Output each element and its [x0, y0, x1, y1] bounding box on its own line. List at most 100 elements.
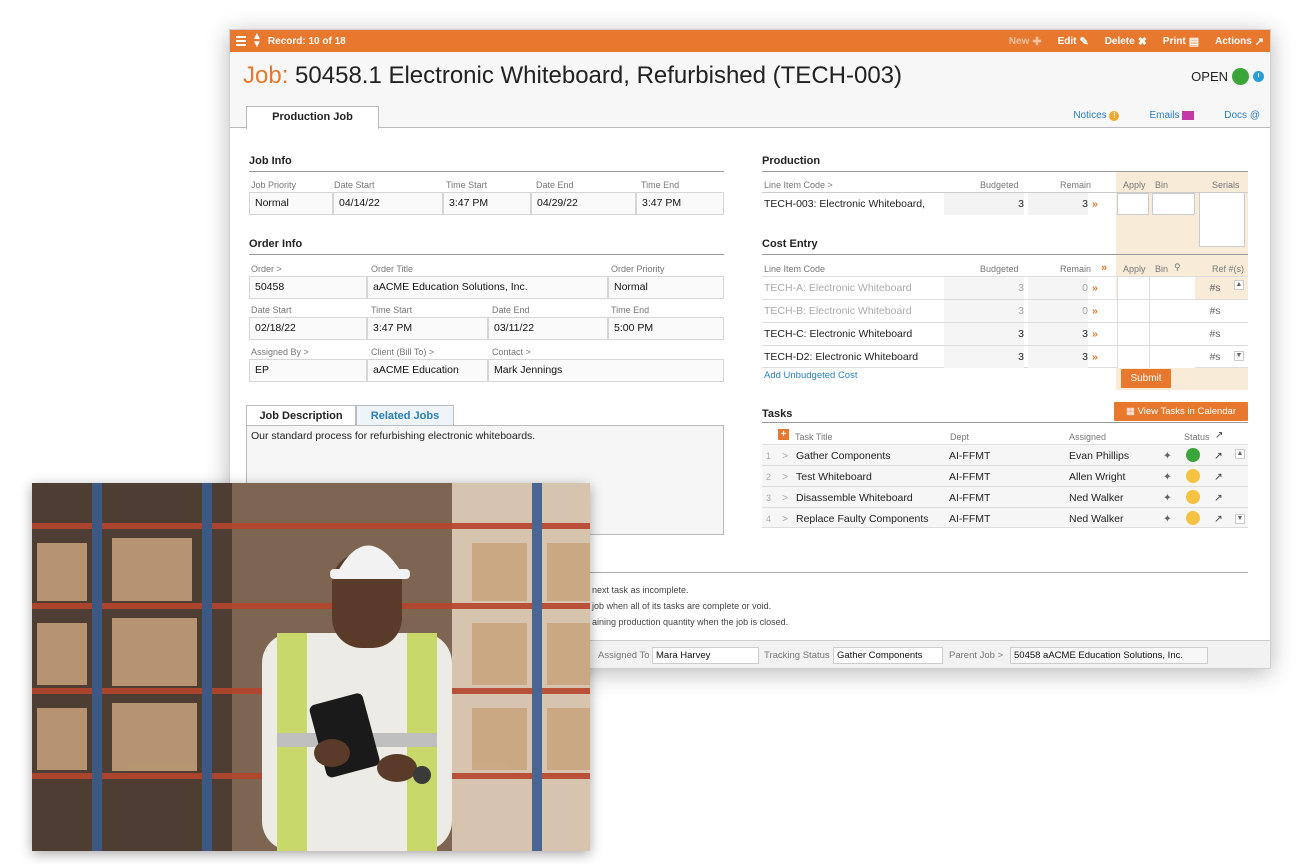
ref-numbers-icon[interactable]: #s — [1199, 300, 1231, 322]
job-priority-label: Job Priority — [251, 180, 297, 190]
open-task-icon[interactable]: ↗ — [1214, 466, 1224, 488]
pin-icon[interactable]: ✦ — [1163, 466, 1173, 488]
bin-search-icon[interactable]: ⚲ — [1174, 262, 1181, 273]
ref-numbers-icon[interactable]: #s — [1199, 323, 1231, 345]
submit-button[interactable]: Submit — [1121, 369, 1171, 388]
prod-line-item-header[interactable]: Line Item Code > — [764, 180, 833, 190]
cost-apply-input[interactable] — [1117, 300, 1149, 322]
warehouse-photo — [32, 483, 590, 851]
tracking-status-value[interactable]: Gather Components — [833, 647, 943, 664]
expand-chevron-icon[interactable]: > — [782, 445, 792, 467]
status-dot-icon[interactable] — [1186, 469, 1200, 483]
ref-numbers-icon[interactable]: #s — [1199, 346, 1231, 368]
scroll-up-icon[interactable]: ▲ — [1234, 280, 1244, 290]
open-task-icon[interactable]: ↗ — [1214, 487, 1224, 509]
expand-chevron-icon[interactable]: > — [782, 466, 792, 488]
new-button[interactable]: New ✚ — [1009, 35, 1042, 48]
x-icon: ✖ — [1137, 35, 1147, 48]
job-label: Job: — [243, 62, 289, 89]
expand-chevron-icon[interactable]: > — [782, 487, 792, 509]
edit-button[interactable]: Edit ✎ — [1058, 35, 1089, 48]
parent-job-label[interactable]: Parent Job > — [949, 650, 1003, 661]
client-label[interactable]: Client (Bill To) > — [371, 347, 434, 357]
status-dot-icon[interactable] — [1232, 68, 1249, 85]
menu-icon[interactable] — [236, 36, 246, 46]
job-info-title: Job Info — [249, 155, 724, 172]
cost-budgeted: 3 — [944, 277, 1024, 299]
order-value: 50458 — [249, 276, 367, 299]
cost-row: TECH-D2: Electronic Whiteboard 3 3 » #s — [762, 345, 1248, 368]
pin-icon[interactable]: ✦ — [1163, 508, 1173, 530]
pin-icon[interactable]: ✦ — [1163, 487, 1173, 509]
scroll-up-icon[interactable]: ▲ — [1235, 449, 1245, 459]
notices-link[interactable]: Notices ! — [1073, 110, 1120, 121]
tab-related-jobs[interactable]: Related Jobs — [356, 405, 454, 427]
cost-bin-input[interactable] — [1149, 300, 1195, 322]
ref-numbers-icon[interactable]: #s — [1199, 277, 1231, 299]
task-dept: AI-FFMT — [949, 513, 991, 525]
pin-icon[interactable]: ✦ — [1163, 445, 1173, 467]
status-dot-icon[interactable] — [1186, 511, 1200, 525]
prod-bin-input[interactable] — [1152, 193, 1195, 215]
add-unbudgeted-cost-link[interactable]: Add Unbudgeted Cost — [764, 370, 857, 381]
cost-remain: 0 — [1028, 300, 1088, 322]
actions-button[interactable]: Actions ↗ — [1215, 35, 1264, 48]
add-task-icon[interactable]: + — [778, 429, 789, 440]
task-row[interactable]: 1 > Gather Components AI-FFMT Evan Phill… — [762, 444, 1248, 465]
cost-line-item: TECH-B: Electronic Whiteboard — [764, 305, 912, 317]
cost-budgeted: 3 — [944, 323, 1024, 345]
task-assigned: Ned Walker — [1069, 492, 1124, 504]
task-row[interactable]: 4 > Replace Faulty Components AI-FFMT Ne… — [762, 507, 1248, 528]
cost-bin-input[interactable] — [1149, 277, 1195, 299]
tab-job-description[interactable]: Job Description — [246, 405, 356, 427]
tab-production-job[interactable]: Production Job — [246, 106, 379, 129]
cost-remain: 3 — [1028, 323, 1088, 345]
order-label[interactable]: Order > — [251, 264, 282, 274]
cost-bin-input[interactable] — [1149, 323, 1195, 345]
record-nav-icon[interactable]: ▲ ▼ — [252, 32, 262, 50]
assigned-to-value[interactable]: Mara Harvey — [652, 647, 759, 664]
print-button[interactable]: Print ▤ — [1163, 35, 1199, 48]
task-row[interactable]: 3 > Disassemble Whiteboard AI-FFMT Ned W… — [762, 486, 1248, 507]
open-task-icon[interactable]: ↗ — [1214, 445, 1224, 467]
fill-arrow-icon[interactable]: » — [1092, 300, 1106, 322]
expand-chevron-icon[interactable]: > — [782, 508, 792, 530]
assigned-by-value: EP — [249, 359, 367, 382]
cost-line-item-header: Line Item Code — [764, 264, 826, 274]
task-title: Test Whiteboard — [796, 471, 872, 483]
prod-apply-input[interactable] — [1117, 193, 1149, 215]
scroll-down-icon[interactable]: ▼ — [1234, 351, 1244, 361]
clock-icon[interactable] — [1253, 71, 1264, 82]
scroll-down-icon[interactable]: ▼ — [1235, 514, 1245, 524]
utility-links: Notices ! Emails Docs @ — [1073, 110, 1260, 121]
delete-button[interactable]: Delete ✖ — [1105, 35, 1147, 48]
fill-arrow-icon[interactable]: » — [1092, 323, 1106, 345]
cost-apply-input[interactable] — [1117, 346, 1149, 368]
status-pin-icon[interactable]: ↗ — [1215, 430, 1223, 441]
docs-link[interactable]: Docs @ — [1224, 110, 1260, 121]
emails-link[interactable]: Emails — [1149, 110, 1195, 121]
cost-line-item: TECH-A: Electronic Whiteboard — [764, 282, 912, 294]
cost-fill-all-icon[interactable]: » — [1101, 262, 1107, 274]
fill-arrow-icon[interactable]: » — [1092, 193, 1106, 215]
status-text: OPEN — [1191, 69, 1228, 84]
order-time-start-label: Time Start — [371, 305, 413, 315]
fill-arrow-icon[interactable]: » — [1092, 277, 1106, 299]
calendar-icon: ▦ — [1125, 406, 1138, 417]
assigned-by-label[interactable]: Assigned By > — [251, 347, 309, 357]
status-dot-icon[interactable] — [1186, 490, 1200, 504]
status-indicator: OPEN — [1191, 68, 1264, 85]
task-assigned: Evan Phillips — [1069, 450, 1130, 462]
status-dot-icon[interactable] — [1186, 448, 1200, 462]
fill-arrow-icon[interactable]: » — [1092, 346, 1106, 368]
view-tasks-calendar-button[interactable]: ▦ View Tasks in Calendar — [1114, 402, 1248, 421]
job-header: Job: 50458.1 Electronic Whiteboard, Refu… — [230, 52, 1270, 102]
open-task-icon[interactable]: ↗ — [1214, 508, 1224, 530]
prod-serials-header: Serials — [1212, 180, 1240, 190]
task-row[interactable]: 2 > Test Whiteboard AI-FFMT Allen Wright… — [762, 465, 1248, 486]
cost-apply-input[interactable] — [1117, 323, 1149, 345]
cost-bin-input[interactable] — [1149, 346, 1195, 368]
cost-apply-input[interactable] — [1117, 277, 1149, 299]
task-number: 4 — [766, 514, 772, 524]
contact-label[interactable]: Contact > — [492, 347, 531, 357]
